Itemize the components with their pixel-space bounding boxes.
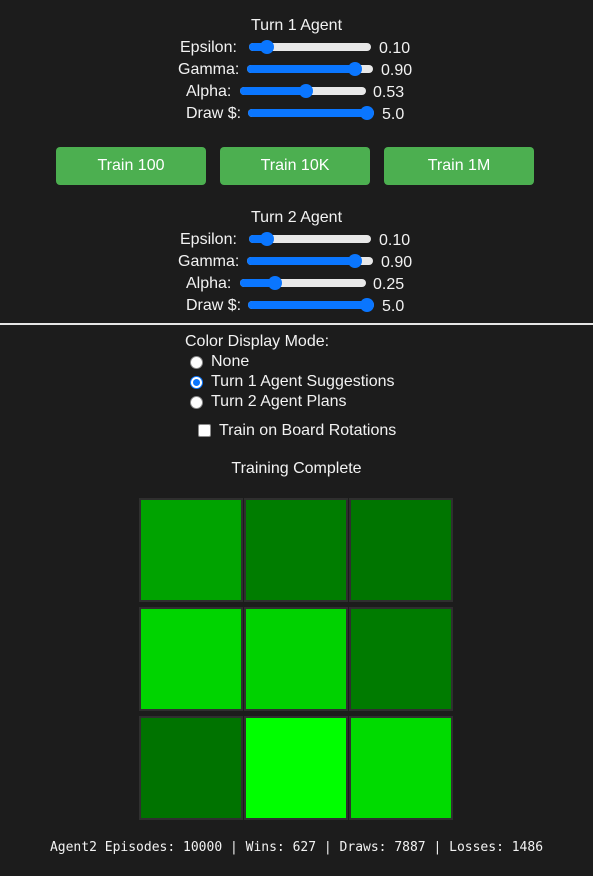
agent2-gamma-value: 0.90 — [381, 254, 413, 271]
agent2-gamma-row: Gamma: 0.90 — [0, 251, 593, 273]
agent2-gamma-slider[interactable] — [247, 254, 373, 268]
agent1-gamma-row: Gamma: 0.90 — [0, 59, 593, 81]
train-10k-button[interactable]: Train 10K — [220, 147, 370, 185]
board-cell[interactable] — [139, 498, 243, 602]
rotations-checkbox[interactable] — [198, 424, 211, 437]
agent2-draw-label: Draw $: — [186, 297, 242, 314]
agent2-title: Turn 2 Agent — [250, 209, 343, 226]
agent1-alpha-value: 0.53 — [373, 84, 405, 101]
agent2-epsilon-row: Epsilon: 0.10 — [0, 229, 593, 251]
mode-turn1-label: Turn 1 Agent Suggestions — [211, 373, 395, 390]
agent2-alpha-row: Alpha: 0.25 — [0, 273, 593, 295]
mode-turn2-label: Turn 2 Agent Plans — [211, 393, 347, 410]
board-cell[interactable] — [139, 607, 243, 711]
mode-none-radio[interactable] — [190, 356, 203, 369]
agent2-draw-row: Draw $: 5.0 — [0, 295, 593, 317]
mode-none-label: None — [211, 353, 250, 370]
board-cell[interactable] — [349, 498, 453, 602]
section-divider — [0, 323, 593, 325]
agent1-alpha-row: Alpha: 0.53 — [0, 81, 593, 103]
agent2-alpha-value: 0.25 — [373, 276, 405, 293]
agent1-gamma-slider[interactable] — [247, 62, 373, 76]
agent1-gamma-label: Gamma: — [178, 61, 240, 78]
agent1-alpha-slider[interactable] — [240, 84, 366, 98]
board-cell[interactable] — [244, 607, 348, 711]
mode-turn1-radio[interactable] — [190, 376, 203, 389]
agent1-epsilon-value: 0.10 — [379, 40, 411, 57]
agent2-epsilon-value: 0.10 — [379, 232, 411, 249]
train-1m-button[interactable]: Train 1M — [384, 147, 534, 185]
agent2-gamma-label: Gamma: — [178, 253, 240, 270]
agent2-draw-slider[interactable] — [248, 298, 374, 312]
display-mode-title: Color Display Mode: — [185, 333, 330, 350]
agent1-epsilon-slider[interactable] — [249, 40, 371, 54]
board-cell[interactable] — [139, 716, 243, 820]
agent1-gamma-value: 0.90 — [381, 62, 413, 79]
training-status: Training Complete — [231, 460, 362, 477]
agent1-epsilon-label: Epsilon: — [180, 39, 237, 56]
agent1-epsilon-row: Epsilon: 0.10 — [0, 37, 593, 59]
agent1-draw-label: Draw $: — [186, 105, 242, 122]
board-cell[interactable] — [244, 716, 348, 820]
agent2-alpha-slider[interactable] — [240, 276, 366, 290]
agent1-title: Turn 1 Agent — [250, 17, 343, 34]
agent2-epsilon-label: Epsilon: — [180, 231, 237, 248]
episode-stats: Agent2 Episodes: 10000 | Wins: 627 | Dra… — [49, 840, 544, 855]
agent1-draw-slider[interactable] — [248, 106, 374, 120]
agent2-alpha-label: Alpha: — [186, 275, 232, 292]
board-cell[interactable] — [244, 498, 348, 602]
train-100-button[interactable]: Train 100 — [56, 147, 206, 185]
mode-turn2-radio[interactable] — [190, 396, 203, 409]
game-board — [139, 498, 455, 822]
agent1-draw-value: 5.0 — [382, 106, 405, 123]
board-cell[interactable] — [349, 607, 453, 711]
agent2-draw-value: 5.0 — [382, 298, 405, 315]
agent1-alpha-label: Alpha: — [186, 83, 232, 100]
board-cell[interactable] — [349, 716, 453, 820]
rotations-label: Train on Board Rotations — [219, 422, 397, 439]
agent2-epsilon-slider[interactable] — [249, 232, 371, 246]
agent1-draw-row: Draw $: 5.0 — [0, 103, 593, 125]
